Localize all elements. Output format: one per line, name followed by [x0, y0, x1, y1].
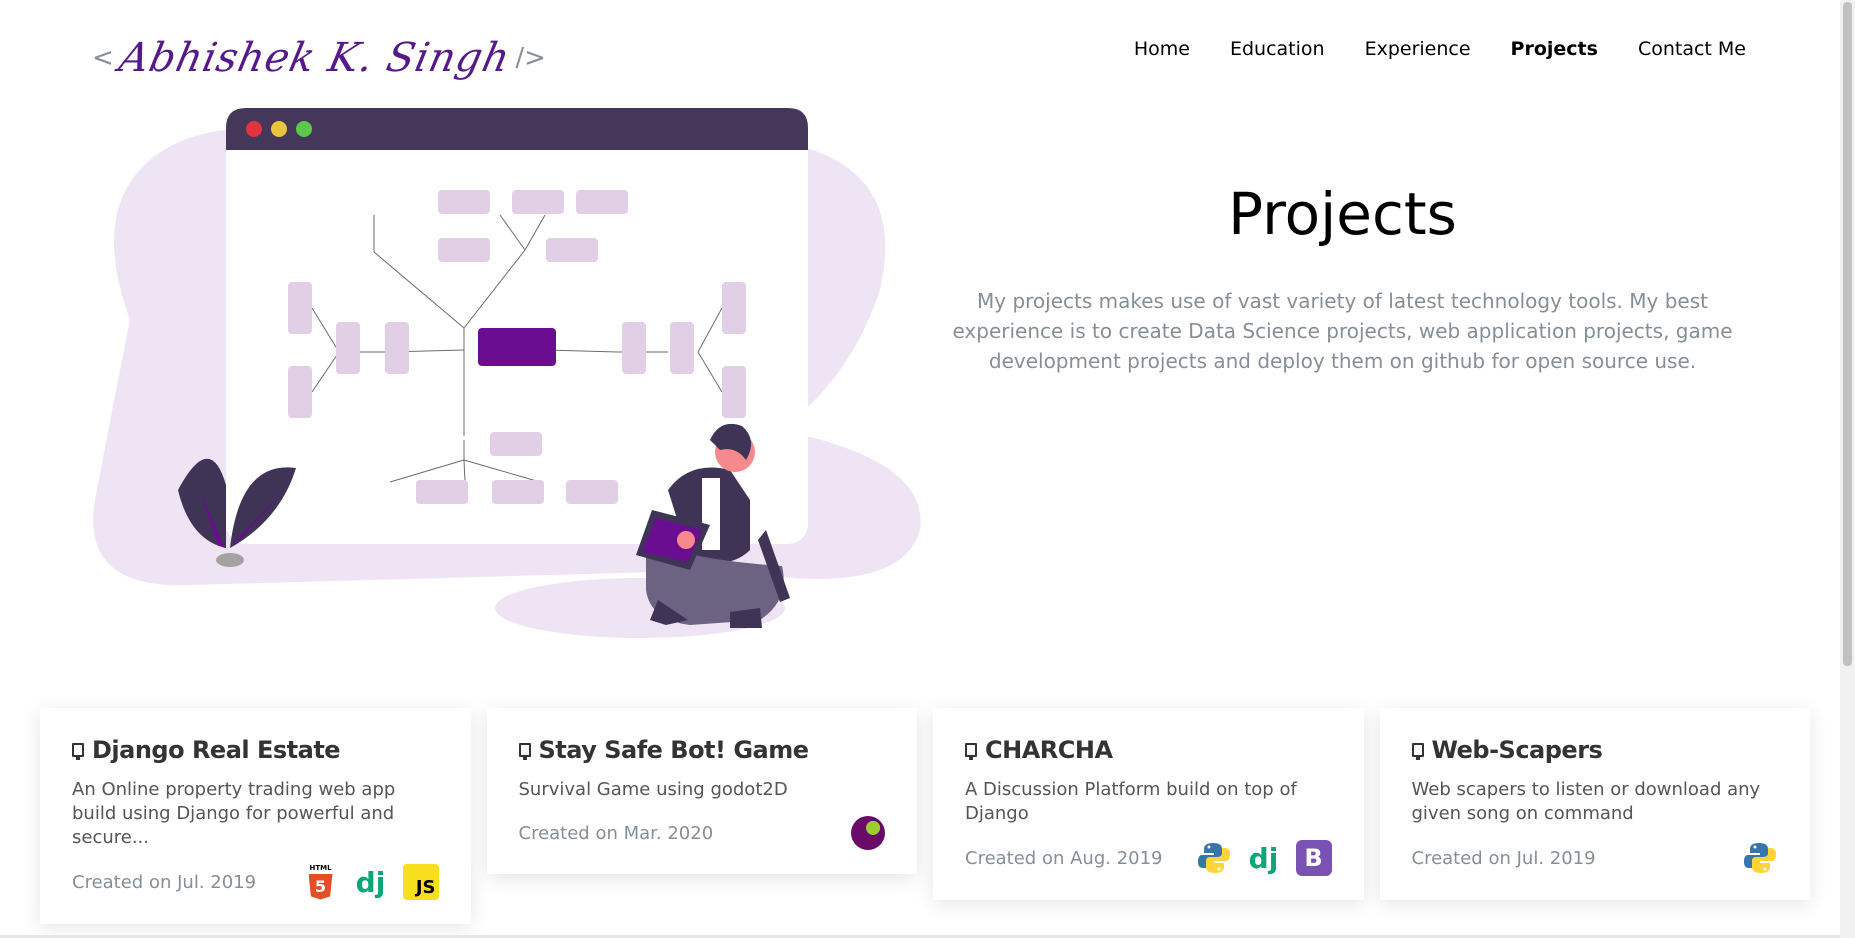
hero-section: Projects My projects makes use of vast v… [945, 180, 1740, 376]
repo-icon [518, 743, 531, 760]
project-date: Created on Jul. 2019 [1411, 847, 1596, 869]
python-icon [1744, 843, 1776, 873]
repo-icon [965, 743, 977, 760]
project-description: Web scapers to listen or download any gi… [1411, 779, 1761, 824]
card-header: CHARCHA [965, 736, 1332, 764]
javascript-icon: JS [402, 864, 439, 900]
projects-illustration [93, 108, 921, 638]
card-header: Django Real Estate [72, 736, 439, 764]
repo-icon [1411, 743, 1424, 760]
project-date: Created on Mar. 2020 [518, 822, 714, 844]
project-title[interactable]: CHARCHA [985, 736, 1113, 764]
language-icons: HTML 5 dj JS [303, 864, 439, 900]
card-header: Web-Scapers [1411, 736, 1779, 764]
python-icon [1197, 843, 1230, 873]
project-description: Survival Game using godot2D [518, 779, 788, 800]
project-title[interactable]: Web-Scapers [1432, 736, 1603, 764]
logo-close-bracket: /> [515, 43, 546, 73]
project-description: A Discussion Platform build on top of Dj… [965, 779, 1297, 824]
project-cards: Django Real Estate An Online property tr… [40, 708, 1810, 924]
bootstrap-icon: B [1295, 840, 1332, 876]
html5-icon-shield: 5 [308, 873, 333, 900]
card-header: Stay Safe Bot! Game [518, 736, 886, 764]
django-icon: dj [355, 865, 386, 899]
hero-description: My projects makes use of vast variety of… [952, 289, 1733, 373]
repo-icon [72, 743, 84, 760]
logo-open-bracket: < [92, 43, 114, 73]
site-header: < Abhishek K. Singh /> Home Education Ex… [0, 0, 1840, 100]
language-icons: dj B [1196, 840, 1332, 876]
logo-signature: Abhishek K. Singh [114, 35, 515, 81]
card-footer: Created on Mar. 2020 [518, 816, 885, 850]
project-title[interactable]: Django Real Estate [92, 736, 341, 764]
card-footer: Created on Aug. 2019 dj B [965, 840, 1332, 876]
nav-experience[interactable]: Experience [1365, 38, 1471, 60]
html5-icon: HTML 5 [303, 864, 339, 900]
page-title: Projects [1228, 180, 1457, 248]
html5-icon-caption: HTML [309, 863, 332, 872]
godot-icon [851, 816, 885, 850]
django-icon: dj [1248, 841, 1279, 875]
nav-education[interactable]: Education [1230, 38, 1325, 60]
site-logo[interactable]: < Abhishek K. Singh /> [92, 28, 546, 88]
language-icons [851, 816, 885, 850]
nav-contact-me[interactable]: Contact Me [1638, 38, 1746, 60]
nav-projects[interactable]: Projects [1511, 38, 1598, 60]
main-nav: Home Education Experience Projects Conta… [1134, 38, 1746, 60]
project-card[interactable]: Stay Safe Bot! Game Survival Game using … [486, 708, 917, 874]
project-date: Created on Aug. 2019 [965, 847, 1163, 869]
project-card[interactable]: CHARCHA A Discussion Platform build on t… [933, 708, 1364, 900]
project-date: Created on Jul. 2019 [72, 871, 257, 893]
language-icons [1742, 840, 1778, 876]
project-description: An Online property trading web app build… [72, 779, 396, 848]
scrollbar-thumb[interactable] [1843, 2, 1852, 666]
card-footer: Created on Jul. 2019 HTML 5 dj JS [72, 864, 439, 900]
card-footer: Created on Jul. 2019 [1412, 840, 1779, 876]
project-card[interactable]: Web-Scapers Web scapers to listen or dow… [1379, 708, 1810, 900]
project-card[interactable]: Django Real Estate An Online property tr… [40, 708, 471, 924]
nav-home[interactable]: Home [1134, 38, 1190, 60]
vertical-scrollbar[interactable] [1840, 0, 1855, 938]
project-title[interactable]: Stay Safe Bot! Game [539, 736, 810, 764]
